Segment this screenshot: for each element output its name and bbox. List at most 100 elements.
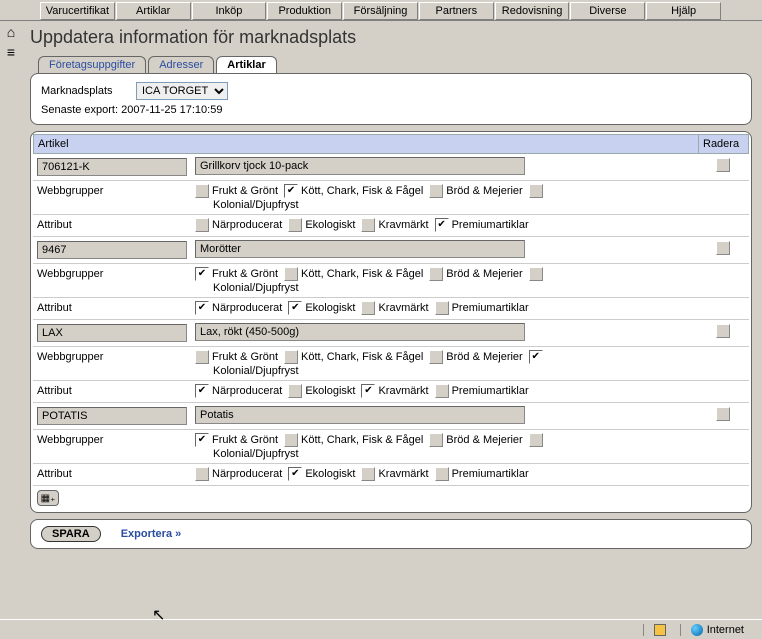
attr-eko-checkbox[interactable]: ✔ (288, 467, 302, 481)
attributes-label: Attribut (33, 466, 193, 482)
menu-försäljning[interactable]: Försäljning (343, 2, 418, 20)
attr-premium-checkbox[interactable]: ✔ (435, 218, 449, 232)
article-name: Grillkorv tjock 10-pack (195, 157, 525, 175)
add-row-icon[interactable]: ▦₊ (37, 490, 59, 506)
wg-kolonial-checkbox[interactable] (529, 433, 543, 447)
wg-kott-checkbox[interactable] (284, 350, 298, 364)
delete-checkbox[interactable] (716, 241, 730, 255)
wg-kott-label: Kött, Chark, Fisk & Fågel (301, 185, 423, 197)
footer-panel: SPARA Exportera » (30, 519, 752, 549)
wg-frukt-label: Frukt & Grönt (212, 185, 278, 197)
menu-inköp[interactable]: Inköp (192, 2, 267, 20)
attributes-label: Attribut (33, 300, 193, 316)
attr-krav-label: Kravmärkt (378, 385, 428, 397)
attr-krav-checkbox[interactable] (361, 301, 375, 315)
home-icon[interactable]: ⌂ (2, 22, 20, 42)
menu-produktion[interactable]: Produktion (267, 2, 342, 20)
attr-krav-label: Kravmärkt (378, 302, 428, 314)
attr-narprod-label: Närproducerat (212, 302, 282, 314)
tab-foretag[interactable]: Företagsuppgifter (38, 56, 146, 73)
export-link[interactable]: Exportera » (121, 528, 182, 540)
wg-kott-checkbox[interactable]: ✔ (284, 184, 298, 198)
col-delete: Radera (698, 135, 748, 153)
attr-narprod-checkbox[interactable] (195, 467, 209, 481)
wg-frukt-label: Frukt & Grönt (212, 351, 278, 363)
wg-brod-label: Bröd & Mejerier (446, 351, 522, 363)
market-label: Marknadsplats (41, 85, 136, 97)
attr-krav-label: Kravmärkt (378, 468, 428, 480)
wg-frukt-label: Frukt & Grönt (212, 434, 278, 446)
tabs: Företagsuppgifter Adresser Artiklar (38, 56, 752, 73)
attr-eko-checkbox[interactable]: ✔ (288, 301, 302, 315)
wg-kolonial-checkbox[interactable] (529, 267, 543, 281)
menu-diverse[interactable]: Diverse (570, 2, 645, 20)
attr-premium-label: Premiumartiklar (452, 302, 529, 314)
attr-narprod-checkbox[interactable]: ✔ (195, 384, 209, 398)
wg-kott-label: Kött, Chark, Fisk & Fågel (301, 351, 423, 363)
menu-artiklar[interactable]: Artiklar (116, 2, 191, 20)
article-code: 9467 (37, 241, 187, 259)
article-name: Lax, rökt (450-500g) (195, 323, 525, 341)
webgroups-label: Webbgrupper (33, 183, 193, 199)
wg-brod-label: Bröd & Mejerier (446, 185, 522, 197)
grid-panel: Artikel Radera 706121-KGrillkorv tjock 1… (30, 131, 752, 513)
attr-premium-checkbox[interactable] (435, 301, 449, 315)
col-article: Artikel (34, 135, 698, 153)
attr-narprod-checkbox[interactable] (195, 218, 209, 232)
attr-krav-checkbox[interactable] (361, 467, 375, 481)
attr-premium-checkbox[interactable] (435, 384, 449, 398)
wg-frukt-checkbox[interactable] (195, 184, 209, 198)
list-icon[interactable]: ≡ (2, 42, 20, 62)
wg-kolonial-label: Kolonial/Djupfryst (213, 448, 697, 460)
save-button[interactable]: SPARA (41, 526, 101, 542)
lock-icon (654, 624, 666, 636)
wg-kolonial-label: Kolonial/Djupfryst (213, 199, 697, 211)
delete-checkbox[interactable] (716, 324, 730, 338)
attr-premium-label: Premiumartiklar (452, 385, 529, 397)
status-internet: Internet (707, 624, 744, 636)
delete-checkbox[interactable] (716, 407, 730, 421)
wg-kolonial-checkbox[interactable]: ✔ (529, 350, 543, 364)
webgroups-row: Webbgrupper Frukt & Grönt ✔Kött, Chark, Fi… (33, 181, 749, 215)
webgroups-label: Webbgrupper (33, 349, 193, 365)
delete-checkbox[interactable] (716, 158, 730, 172)
wg-brod-checkbox[interactable] (429, 184, 443, 198)
status-bar: Internet (0, 619, 762, 639)
attributes-row: AttributNärproducerat✔EkologisktKravmärk… (33, 464, 749, 486)
wg-frukt-checkbox[interactable]: ✔ (195, 267, 209, 281)
wg-brod-checkbox[interactable] (429, 350, 443, 364)
article-row: POTATISPotatis (33, 403, 749, 430)
wg-brod-label: Bröd & Mejerier (446, 434, 522, 446)
attr-eko-checkbox[interactable] (288, 218, 302, 232)
menu-partners[interactable]: Partners (419, 2, 494, 20)
attr-narprod-label: Närproducerat (212, 219, 282, 231)
wg-frukt-checkbox[interactable] (195, 350, 209, 364)
wg-kott-label: Kött, Chark, Fisk & Fågel (301, 268, 423, 280)
wg-kott-checkbox[interactable] (284, 433, 298, 447)
wg-brod-checkbox[interactable] (429, 267, 443, 281)
attr-krav-checkbox[interactable] (361, 218, 375, 232)
attr-eko-label: Ekologiskt (305, 385, 355, 397)
wg-kolonial-label: Kolonial/Djupfryst (213, 282, 697, 294)
attr-eko-label: Ekologiskt (305, 302, 355, 314)
tab-adresser[interactable]: Adresser (148, 56, 214, 73)
tab-artiklar[interactable]: Artiklar (216, 56, 277, 73)
attr-krav-checkbox[interactable]: ✔ (361, 384, 375, 398)
menu-redovisning[interactable]: Redovisning (495, 2, 570, 20)
attributes-label: Attribut (33, 217, 193, 233)
market-select[interactable]: ICA TORGET (136, 82, 228, 100)
attr-narprod-checkbox[interactable]: ✔ (195, 301, 209, 315)
menu-hjälp[interactable]: Hjälp (646, 2, 721, 20)
webgroups-row: Webbgrupper Frukt & Grönt Kött, Chark, Fis… (33, 347, 749, 381)
attr-premium-checkbox[interactable] (435, 467, 449, 481)
wg-brod-checkbox[interactable] (429, 433, 443, 447)
wg-brod-label: Bröd & Mejerier (446, 268, 522, 280)
page-title: Uppdatera information för marknadsplats (30, 27, 752, 48)
wg-frukt-checkbox[interactable]: ✔ (195, 433, 209, 447)
attr-eko-checkbox[interactable] (288, 384, 302, 398)
article-name: Potatis (195, 406, 525, 424)
wg-kolonial-checkbox[interactable] (529, 184, 543, 198)
wg-kott-checkbox[interactable] (284, 267, 298, 281)
article-row: 706121-KGrillkorv tjock 10-pack (33, 154, 749, 181)
menu-varucertifikat[interactable]: Varucertifikat (40, 2, 115, 20)
